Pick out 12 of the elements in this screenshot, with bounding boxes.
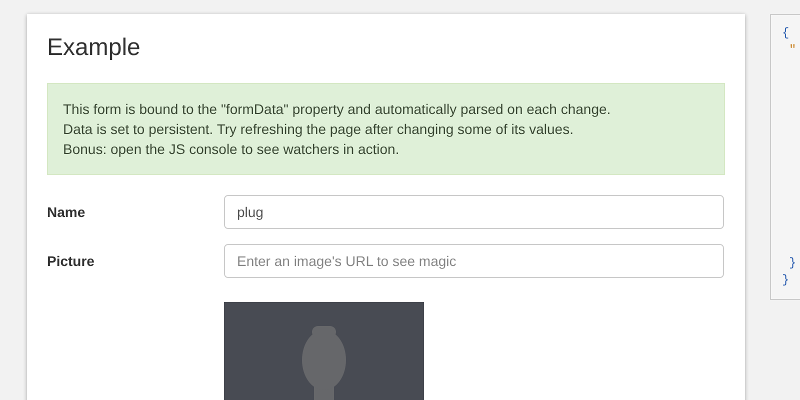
alert-text: This form is bound to the "formData" property and automatically parsed on each change.: [63, 100, 612, 119]
code-text: ": [789, 42, 796, 59]
alert-text: Bonus: open the JS console to see watchers in action.: [63, 140, 400, 159]
alert-text: Data is set to persistent. Try refreshing the page after changing some of its values.: [63, 120, 574, 139]
card-title: Example: [47, 34, 142, 62]
field-label: Name: [47, 204, 86, 220]
code-text: {: [782, 25, 790, 42]
field-label: Picture: [47, 253, 96, 269]
code-text: }: [789, 255, 796, 272]
code-text: }: [782, 272, 790, 289]
input-field[interactable]: plug: [224, 195, 724, 229]
input-field[interactable]: Enter an image's URL to see magic: [224, 244, 724, 278]
